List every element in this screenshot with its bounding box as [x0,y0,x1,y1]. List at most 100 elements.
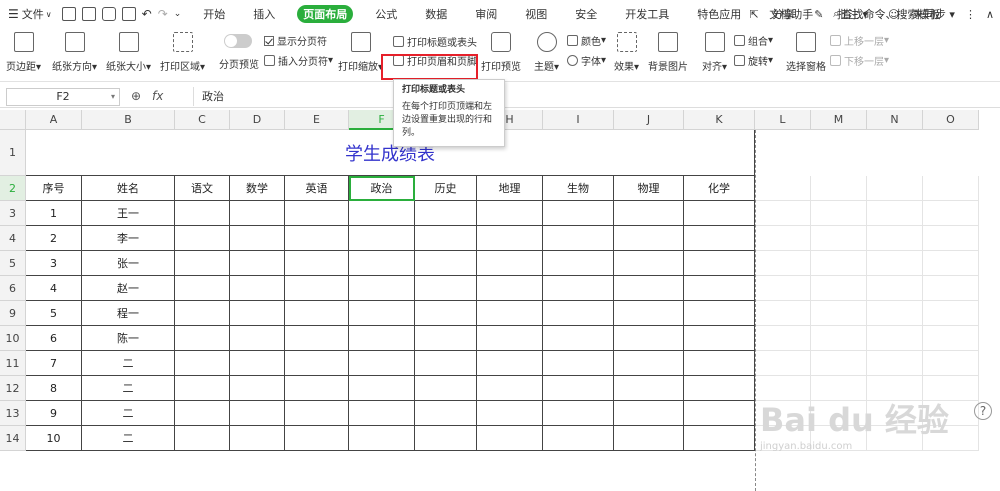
grid-cell[interactable] [614,376,684,401]
tab-view[interactable]: 视图 [519,5,553,23]
color-button[interactable]: 颜色 ▾ [567,33,606,48]
column-header-o[interactable]: O [923,110,979,130]
grid-cell[interactable] [349,426,415,451]
grid-cell[interactable] [755,301,811,326]
serial-cell[interactable]: 5 [26,301,82,326]
grid-cell[interactable] [755,326,811,351]
grid-cell[interactable] [285,226,349,251]
grid-cell[interactable] [477,426,543,451]
grid-cell[interactable] [415,301,477,326]
grid-cell[interactable] [349,376,415,401]
grid-cell[interactable] [285,326,349,351]
grid-cell[interactable] [230,201,285,226]
send-backward-button[interactable]: 下移一层 ▾ [830,53,889,68]
grid-cell[interactable] [867,201,923,226]
grid-cell[interactable] [684,351,755,376]
grid-cell[interactable] [349,401,415,426]
column-header-m[interactable]: M [811,110,867,130]
grid-cell[interactable] [923,176,979,201]
grid-cell[interactable] [230,351,285,376]
column-header-k[interactable]: K [684,110,755,130]
grid-cell[interactable] [285,276,349,301]
grid-cell[interactable] [543,226,614,251]
column-header-b[interactable]: B [82,110,175,130]
grid-cell[interactable] [285,401,349,426]
grid-cell[interactable] [230,326,285,351]
name-cell[interactable]: 程一 [82,301,175,326]
column-header-j[interactable]: J [614,110,684,130]
print-preview-icon[interactable] [121,7,136,21]
grid-cell[interactable] [477,226,543,251]
grid-cell[interactable] [415,376,477,401]
table-header-cell[interactable]: 语文 [175,176,230,201]
row-header[interactable]: 4 [0,226,26,251]
grid-cell[interactable] [614,301,684,326]
grid-cell[interactable] [811,226,867,251]
grid-cell[interactable] [285,251,349,276]
row-header[interactable]: 5 [0,251,26,276]
align-button[interactable]: 对齐▾ [702,30,727,73]
grid-cell[interactable] [175,251,230,276]
share-button[interactable]: ⇱ 分享 [739,6,794,22]
grid-cell[interactable] [614,201,684,226]
grid-cell[interactable] [349,326,415,351]
fx-label[interactable]: fx [152,89,163,103]
sheet-title[interactable]: 学生成绩表 [26,130,755,176]
grid-cell[interactable] [867,351,923,376]
grid-cell[interactable] [684,201,755,226]
grid-cell[interactable] [175,426,230,451]
grid-cell[interactable] [684,426,755,451]
table-header-cell[interactable]: 政治 [349,176,415,201]
grid-cell[interactable] [349,301,415,326]
row-header[interactable]: 2 [0,176,26,201]
grid-cell[interactable] [543,426,614,451]
row-header[interactable]: 14 [0,426,26,451]
tab-developer[interactable]: 开发工具 [619,5,675,23]
grid-cell[interactable] [755,176,811,201]
tab-review[interactable]: 审阅 [469,5,503,23]
row-header[interactable]: 9 [0,301,26,326]
row-header[interactable]: 12 [0,376,26,401]
grid-cell[interactable] [349,226,415,251]
grid-cell[interactable] [415,276,477,301]
table-header-cell[interactable]: 物理 [614,176,684,201]
grid-cell[interactable] [415,426,477,451]
serial-cell[interactable]: 2 [26,226,82,251]
grid-cell[interactable] [175,326,230,351]
row-header[interactable]: 10 [0,326,26,351]
name-box[interactable]: F2 ▾ [6,88,120,106]
tab-page-layout[interactable]: 页面布局 [297,5,354,23]
grid-cell[interactable] [755,351,811,376]
grid-cell[interactable] [477,301,543,326]
grid-cell[interactable] [543,301,614,326]
row-header[interactable]: 3 [0,201,26,226]
paper-size-button[interactable]: 纸张大小▾ [106,30,151,73]
table-header-cell[interactable]: 序号 [26,176,82,201]
grid-cell[interactable] [923,326,979,351]
font-button[interactable]: 字体 ▾ [567,53,606,68]
print-preview-button[interactable]: 打印预览 [481,30,521,73]
name-cell[interactable]: 张一 [82,251,175,276]
grid-cell[interactable] [175,226,230,251]
serial-cell[interactable]: 3 [26,251,82,276]
table-header-cell[interactable]: 历史 [415,176,477,201]
background-image-button[interactable]: 背景图片 [648,30,688,73]
comment-button[interactable]: ✎ 批注 ▾ [804,6,868,22]
grid-cell[interactable] [415,226,477,251]
effect-button[interactable]: 效果▾ [614,30,639,73]
serial-cell[interactable]: 1 [26,201,82,226]
table-header-cell[interactable]: 数学 [230,176,285,201]
tab-home[interactable]: 开始 [197,5,231,23]
grid-cell[interactable] [684,226,755,251]
grid-cell[interactable] [923,276,979,301]
grid-cell[interactable] [415,251,477,276]
file-menu[interactable]: ☰ 文件 ∨ [8,6,52,22]
column-header-e[interactable]: E [285,110,349,130]
grid-cell[interactable] [923,226,979,251]
grid-cell[interactable] [415,401,477,426]
print-area-button[interactable]: 打印区域▾ [160,30,205,73]
print-icon[interactable] [101,7,116,21]
grid-cell[interactable] [684,251,755,276]
orientation-button[interactable]: 纸张方向▾ [52,30,97,73]
undo-icon[interactable]: ↶ [142,7,152,21]
